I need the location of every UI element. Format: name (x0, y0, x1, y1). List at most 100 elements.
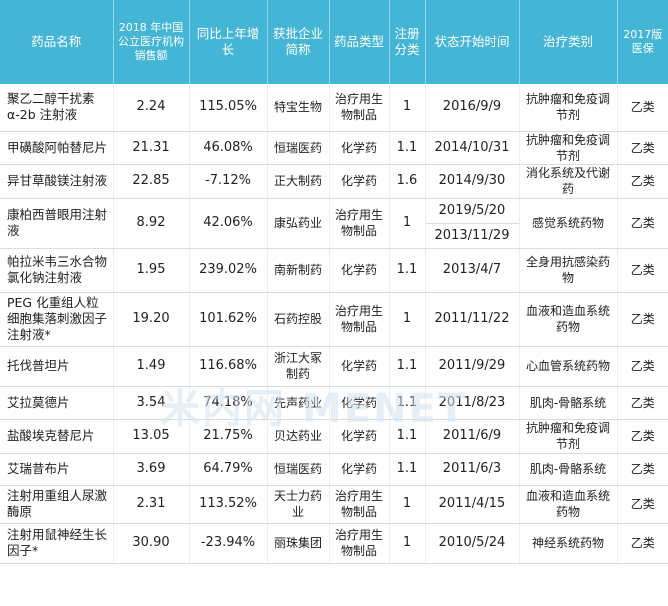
cell-date: 2010/5/24 (425, 523, 520, 564)
cell-sales: 30.90 (113, 523, 190, 564)
cell-date-primary: 2019/5/20 (425, 199, 518, 224)
header-name: 药品名称 (0, 0, 114, 84)
cell-insurance: 乙类 (617, 84, 668, 132)
cell-growth: 21.75% (189, 419, 268, 454)
cell-name: 艾拉莫德片 (0, 386, 114, 420)
header-date: 状态开始时间 (425, 0, 520, 84)
cell-company: 丽珠集团 (267, 523, 330, 564)
cell-reg: 1 (389, 84, 426, 132)
cell-growth: 116.68% (189, 346, 268, 387)
cell-type: 治疗用生物制品 (329, 523, 390, 564)
cell-reg: 1 (389, 523, 426, 564)
cell-growth: 74.18% (189, 386, 268, 420)
cell-growth: -23.94% (189, 523, 268, 564)
cell-insurance: 乙类 (617, 248, 668, 293)
cell-name: 盐酸埃克替尼片 (0, 419, 114, 454)
cell-company: 正大制药 (267, 164, 330, 199)
cell-category: 神经系统药物 (519, 523, 618, 564)
cell-category: 抗肿瘤和免疫调节剂 (519, 84, 618, 132)
cell-date: 2011/9/29 (425, 346, 520, 387)
cell-reg: 1.1 (389, 386, 426, 420)
cell-type: 化学药 (329, 419, 390, 454)
cell-growth: 101.62% (189, 292, 268, 347)
cell-name: 注射用重组人尿激酶原 (0, 485, 114, 524)
cell-company: 特宝生物 (267, 84, 330, 132)
cell-growth: 113.52% (189, 485, 268, 524)
cell-insurance: 乙类 (617, 453, 668, 486)
table-row: 艾拉莫德片 3.54 74.18% 先声药业 化学药 1.1 2011/8/23 肌肉-骨骼系… (0, 386, 668, 420)
cell-sales: 22.85 (113, 164, 190, 199)
cell-growth: -7.12% (189, 164, 268, 199)
cell-reg: 1 (389, 292, 426, 347)
cell-sales: 21.31 (113, 131, 190, 165)
cell-insurance: 乙类 (617, 419, 668, 454)
table-row: 甲磺酸阿帕替尼片 21.31 46.08% 恒瑞医药 化学药 1.1 2014/10/31 抗… (0, 131, 668, 165)
cell-type: 化学药 (329, 164, 390, 199)
table-row: 康柏西普眼用注射液 8.92 42.06% 康弘药业 治疗用生物制品 1 2019/5/20… (0, 198, 668, 249)
cell-category: 消化系统及代谢药 (519, 164, 618, 199)
cell-date: 2011/4/15 (425, 485, 520, 524)
cell-category: 血液和造血系统药物 (519, 485, 618, 524)
cell-type: 治疗用生物制品 (329, 84, 390, 132)
cell-date: 2011/6/3 (425, 453, 520, 486)
table-row: PEG 化重组人粒细胞集落刺激因子注射液* 19.20 101.62% 石药控股 治疗用… (0, 292, 668, 347)
header-insurance: 2017版医保 (617, 0, 668, 84)
cell-growth: 64.79% (189, 453, 268, 486)
cell-type: 治疗用生物制品 (329, 292, 390, 347)
header-growth: 同比上年增长 (189, 0, 268, 84)
cell-type: 化学药 (329, 453, 390, 486)
cell-name: 注射用鼠神经生长因子* (0, 523, 114, 564)
cell-name: 托伐普坦片 (0, 346, 114, 387)
cell-name: 帕拉米韦三水合物氯化钠注射液 (0, 248, 114, 293)
cell-type: 化学药 (329, 248, 390, 293)
cell-sales: 1.49 (113, 346, 190, 387)
cell-type: 治疗用生物制品 (329, 485, 390, 524)
cell-sales: 2.24 (113, 84, 190, 132)
cell-company: 天士力药业 (267, 485, 330, 524)
cell-sales: 3.69 (113, 453, 190, 486)
table-row: 注射用鼠神经生长因子* 30.90 -23.94% 丽珠集团 治疗用生物制品 1 2010/… (0, 523, 668, 564)
cell-category: 全身用抗感染药物 (519, 248, 618, 293)
cell-date: 2019/5/20 2013/11/29 (425, 198, 520, 249)
cell-type: 化学药 (329, 386, 390, 420)
cell-company: 石药控股 (267, 292, 330, 347)
header-row: 药品名称 2018 年中国公立医疗机构销售额 同比上年增长 获批企业简称 药品类… (0, 0, 668, 84)
drug-table: 药品名称 2018 年中国公立医疗机构销售额 同比上年增长 获批企业简称 药品类… (0, 0, 668, 564)
cell-insurance: 乙类 (617, 523, 668, 564)
cell-company: 浙江大冢制药 (267, 346, 330, 387)
cell-sales: 2.31 (113, 485, 190, 524)
cell-name: 甲磺酸阿帕替尼片 (0, 131, 114, 165)
cell-reg: 1.1 (389, 346, 426, 387)
cell-company: 康弘药业 (267, 198, 330, 249)
cell-date: 2016/9/9 (425, 84, 520, 132)
cell-reg: 1.1 (389, 131, 426, 165)
cell-reg: 1 (389, 485, 426, 524)
cell-type: 化学药 (329, 131, 390, 165)
cell-reg: 1.1 (389, 453, 426, 486)
cell-growth: 46.08% (189, 131, 268, 165)
cell-category: 感觉系统药物 (519, 198, 618, 249)
cell-date: 2011/8/23 (425, 386, 520, 420)
cell-growth: 115.05% (189, 84, 268, 132)
cell-sales: 13.05 (113, 419, 190, 454)
cell-date-secondary: 2013/11/29 (434, 227, 510, 243)
table-row: 托伐普坦片 1.49 116.68% 浙江大冢制药 化学药 1.1 2011/9/29 心血管… (0, 346, 668, 387)
cell-reg: 1.6 (389, 164, 426, 199)
cell-sales: 3.54 (113, 386, 190, 420)
cell-name: 聚乙二醇干扰素α-2b 注射液 (0, 84, 114, 132)
cell-company: 贝达药业 (267, 419, 330, 454)
cell-category: 肌肉-骨骼系统 (519, 386, 618, 420)
cell-insurance: 乙类 (617, 386, 668, 420)
cell-reg: 1.1 (389, 419, 426, 454)
cell-date: 2011/11/22 (425, 292, 520, 347)
cell-category: 抗肿瘤和免疫调节剂 (519, 131, 618, 165)
cell-company: 恒瑞医药 (267, 453, 330, 486)
table-row: 聚乙二醇干扰素α-2b 注射液 2.24 115.05% 特宝生物 治疗用生物制品 1 20… (0, 84, 668, 132)
cell-sales: 8.92 (113, 198, 190, 249)
cell-company: 恒瑞医药 (267, 131, 330, 165)
header-company: 获批企业简称 (267, 0, 330, 84)
cell-date: 2014/10/31 (425, 131, 520, 165)
header-type: 药品类型 (329, 0, 390, 84)
cell-growth: 42.06% (189, 198, 268, 249)
cell-insurance: 乙类 (617, 485, 668, 524)
